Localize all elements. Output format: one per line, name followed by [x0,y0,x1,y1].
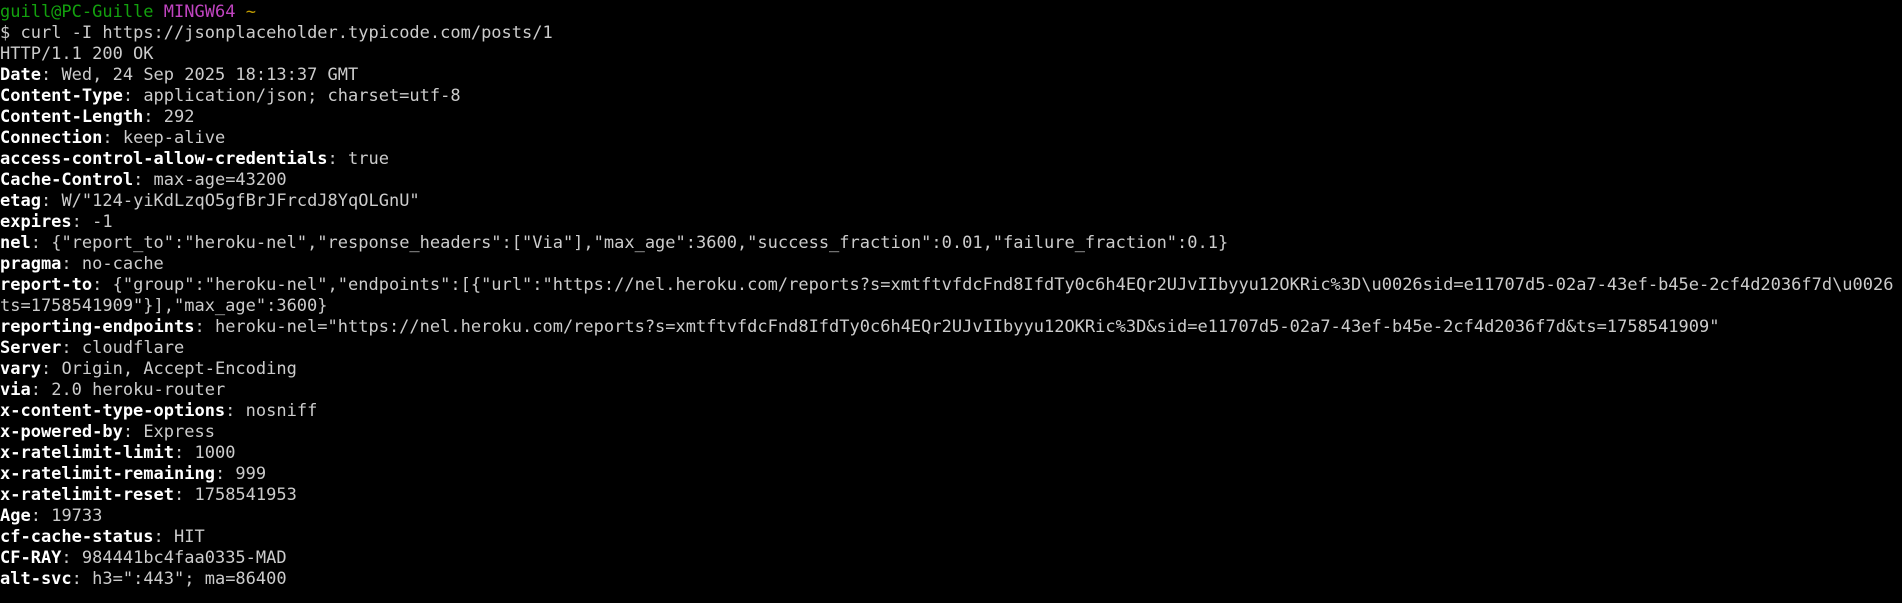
header-value: 984441bc4faa0335-MAD [81,548,287,568]
header-value: cloudflare [81,338,185,358]
header-name: cf-cache-status [0,527,154,547]
header-name: Content-Type [0,86,123,106]
header-name: x-content-type-options [0,401,226,421]
header-line: x-ratelimit-limit: 1000 [0,443,236,463]
header-name: expires [0,212,72,232]
header-line: x-ratelimit-reset: 1758541953 [0,485,297,505]
header-line: Cache-Control: max-age=43200 [0,170,287,190]
header-value: Wed, 24 Sep 2025 18:13:37 GMT [61,65,359,85]
header-name: Cache-Control [0,170,134,190]
prompt-line: guill@PC-Guille MINGW64 ~ [0,2,1902,23]
prompt-cwd: ~ [245,2,256,22]
command-text: curl -I https://jsonplaceholder.typicode… [20,23,553,43]
header-value: -1 [92,212,113,232]
header-name: pragma [0,254,62,274]
header-value: {"group":"heroku-nel","endpoints":[{"url… [0,275,1894,316]
terminal-window[interactable]: guill@PC-Guille MINGW64 ~ $ curl -I http… [0,0,1902,603]
header-value: no-cache [81,254,164,274]
header-name: report-to [0,275,93,295]
header-value: application/json; charset=utf-8 [143,86,461,106]
header-line: expires: -1 [0,212,113,232]
header-line: etag: W/"124-yiKdLzqO5gfBrJFrcdJ8YqOLGnU… [0,191,420,211]
header-line: alt-svc: h3=":443"; ma=86400 [0,569,287,589]
header-value: 2.0 heroku-router [51,380,226,400]
prompt-user-host: guill@PC-Guille [0,2,154,22]
header-name: x-powered-by [0,422,123,442]
header-value: 1758541953 [194,485,297,505]
header-name: Age [0,506,31,526]
header-value: 19733 [51,506,103,526]
header-line: CF-RAY: 984441bc4faa0335-MAD [0,548,287,568]
prompt-symbol: $ [0,23,11,43]
header-value: keep-alive [122,128,226,148]
header-name: access-control-allow-credentials [0,149,328,169]
header-name: Date [0,65,41,85]
header-line: Age: 19733 [0,506,103,526]
header-line: cf-cache-status: HIT [0,527,205,547]
header-value: Origin, Accept-Encoding [61,359,297,379]
header-line: report-to: {"group":"heroku-nel","endpoi… [0,275,1894,316]
header-value: true [348,149,389,169]
status-line: HTTP/1.1 200 OK [0,44,154,64]
header-value: 999 [235,464,267,484]
header-line: reporting-endpoints: heroku-nel="https:/… [0,317,1720,337]
header-name: vary [0,359,41,379]
header-value: HIT [174,527,205,547]
header-name: reporting-endpoints [0,317,195,337]
header-value: Express [143,422,215,442]
header-line: x-ratelimit-remaining: 999 [0,464,267,484]
header-name: CF-RAY [0,548,62,568]
header-value: heroku-nel="https://nel.heroku.com/repor… [214,317,1720,337]
header-name: alt-svc [0,569,72,589]
header-name: x-ratelimit-reset [0,485,174,505]
header-line: vary: Origin, Accept-Encoding [0,359,297,379]
header-line: Date: Wed, 24 Sep 2025 18:13:37 GMT [0,65,359,85]
header-value: h3=":443"; ma=86400 [92,569,287,589]
header-list: Date: Wed, 24 Sep 2025 18:13:37 GMT Conte… [0,65,1902,590]
header-line: pragma: no-cache [0,254,164,274]
header-line: Connection: keep-alive [0,128,226,148]
header-line: x-content-type-options: nosniff [0,401,318,421]
header-name: Connection [0,128,103,148]
header-name: Content-Length [0,107,144,127]
header-name: x-ratelimit-remaining [0,464,215,484]
header-line: Content-Type: application/json; charset=… [0,86,461,106]
header-value: {"report_to":"heroku-nel","response_head… [51,233,1229,253]
header-line: access-control-allow-credentials: true [0,149,389,169]
header-line: Content-Length: 292 [0,107,195,127]
header-name: x-ratelimit-limit [0,443,174,463]
header-line: Server: cloudflare [0,338,185,358]
header-value: nosniff [245,401,318,421]
header-value: 292 [163,107,195,127]
header-value: W/"124-yiKdLzqO5gfBrJFrcdJ8YqOLGnU" [61,191,420,211]
header-value: max-age=43200 [153,170,287,190]
header-name: Server [0,338,62,358]
header-name: nel [0,233,31,253]
header-line: via: 2.0 heroku-router [0,380,226,400]
header-value: 1000 [194,443,236,463]
header-name: via [0,380,31,400]
prompt-env: MINGW64 [163,2,236,22]
command-line: $ curl -I https://jsonplaceholder.typico… [0,23,1902,44]
header-name: etag [0,191,41,211]
header-line: nel: {"report_to":"heroku-nel","response… [0,233,1229,253]
header-line: x-powered-by: Express [0,422,215,442]
